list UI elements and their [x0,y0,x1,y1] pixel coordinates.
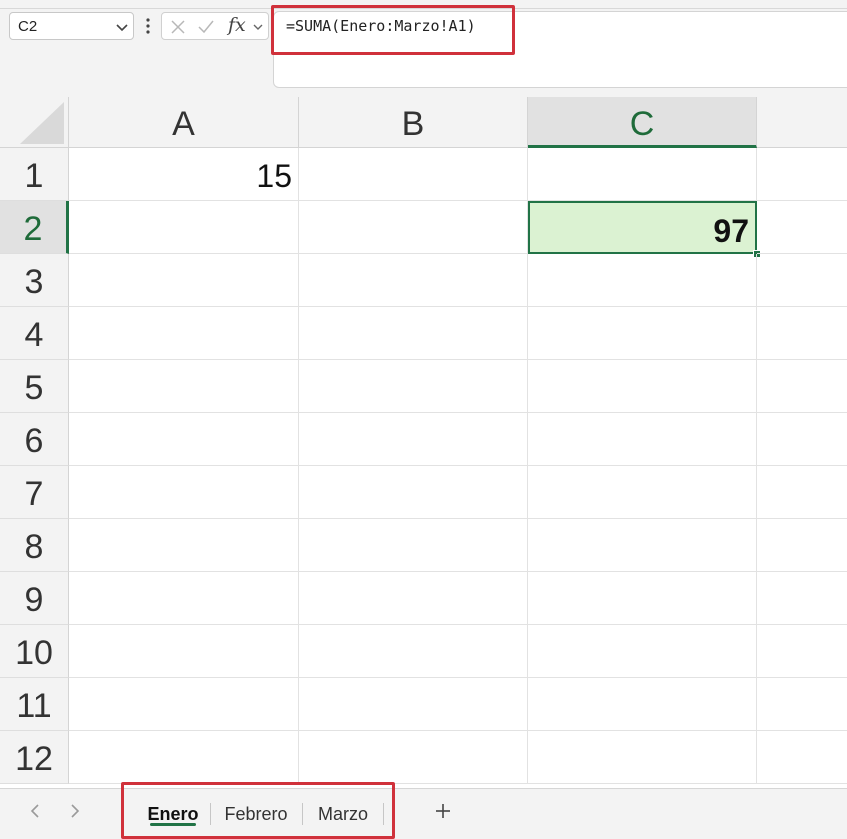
sheet-tab-bar: Enero Febrero Marzo [0,782,847,839]
cell-a11[interactable] [69,678,299,731]
tab-divider [302,803,303,825]
row-header-12[interactable]: 12 [0,731,69,784]
add-sheet-icon[interactable] [433,801,453,821]
cell-c6[interactable] [528,413,757,466]
cell-a9[interactable] [69,572,299,625]
sheet-tab-marzo[interactable]: Marzo [311,799,375,829]
select-all-button[interactable] [0,97,69,148]
cell-b11[interactable] [299,678,528,731]
formula-bar-area: C2 fx =SUMA(Enero:Marzo!A1) [0,0,847,97]
cell-d8[interactable] [757,519,847,572]
chevron-left-icon[interactable] [27,801,43,821]
row-header-6[interactable]: 6 [0,413,69,466]
cell-c3[interactable] [528,254,757,307]
cell-d7[interactable] [757,466,847,519]
cell-b5[interactable] [299,360,528,413]
enter-check-icon[interactable] [197,18,215,36]
cell-b4[interactable] [299,307,528,360]
column-header-c[interactable]: C [528,97,757,148]
cell-c10[interactable] [528,625,757,678]
cell-c2[interactable]: 97 [528,201,757,254]
row-header-2[interactable]: 2 [0,201,69,254]
sheet-tab-febrero[interactable]: Febrero [218,799,294,829]
cell-c9[interactable] [528,572,757,625]
row-header-10[interactable]: 10 [0,625,69,678]
cell-d10[interactable] [757,625,847,678]
cell-a6[interactable] [69,413,299,466]
cell-a2[interactable] [69,201,299,254]
row-header-11[interactable]: 11 [0,678,69,731]
cell-b6[interactable] [299,413,528,466]
column-header-b[interactable]: B [299,97,528,148]
cell-d2[interactable] [757,201,847,254]
cell-c1[interactable] [528,148,757,201]
cell-b1[interactable] [299,148,528,201]
cell-c4[interactable] [528,307,757,360]
cell-b8[interactable] [299,519,528,572]
chevron-down-icon[interactable] [115,20,129,34]
cell-c11[interactable] [528,678,757,731]
tab-divider [383,803,384,825]
cell-a5[interactable] [69,360,299,413]
formula-controls: fx [161,12,269,40]
cell-b10[interactable] [299,625,528,678]
cell-b12[interactable] [299,731,528,784]
cell-d1[interactable] [757,148,847,201]
row-header-4[interactable]: 4 [0,307,69,360]
cell-b7[interactable] [299,466,528,519]
cell-d5[interactable] [757,360,847,413]
cell-b3[interactable] [299,254,528,307]
formula-text: =SUMA(Enero:Marzo!A1) [286,17,476,35]
select-all-triangle-icon [20,102,64,144]
row-header-8[interactable]: 8 [0,519,69,572]
row-header-7[interactable]: 7 [0,466,69,519]
row-header-9[interactable]: 9 [0,572,69,625]
cell-a7[interactable] [69,466,299,519]
cell-c7[interactable] [528,466,757,519]
row-header-1[interactable]: 1 [0,148,69,201]
cell-c5[interactable] [528,360,757,413]
ribbon-edge [0,0,847,9]
column-header-d[interactable] [757,97,847,148]
more-options-icon[interactable] [144,17,152,35]
cell-a4[interactable] [69,307,299,360]
cell-a12[interactable] [69,731,299,784]
cell-d9[interactable] [757,572,847,625]
chevron-right-icon[interactable] [67,801,83,821]
cell-d12[interactable] [757,731,847,784]
cell-c8[interactable] [528,519,757,572]
cell-a1[interactable]: 15 [69,148,299,201]
cell-a3[interactable] [69,254,299,307]
insert-function-icon[interactable]: fx [228,14,246,36]
cell-b2[interactable] [299,201,528,254]
tab-divider [210,803,211,825]
name-box[interactable]: C2 [9,12,134,40]
row-header-3[interactable]: 3 [0,254,69,307]
spreadsheet-grid: A B C 1 2 3 4 5 6 7 8 9 10 11 12 15 97 [0,97,847,788]
column-header-a[interactable]: A [69,97,299,148]
row-header-5[interactable]: 5 [0,360,69,413]
cell-b9[interactable] [299,572,528,625]
active-tab-indicator [150,823,196,826]
cell-d4[interactable] [757,307,847,360]
cell-d6[interactable] [757,413,847,466]
name-box-value: C2 [18,18,38,35]
cell-d11[interactable] [757,678,847,731]
cancel-icon[interactable] [169,18,187,36]
cell-d3[interactable] [757,254,847,307]
cell-c12[interactable] [528,731,757,784]
cell-a8[interactable] [69,519,299,572]
chevron-down-icon[interactable] [252,21,264,33]
cell-a10[interactable] [69,625,299,678]
